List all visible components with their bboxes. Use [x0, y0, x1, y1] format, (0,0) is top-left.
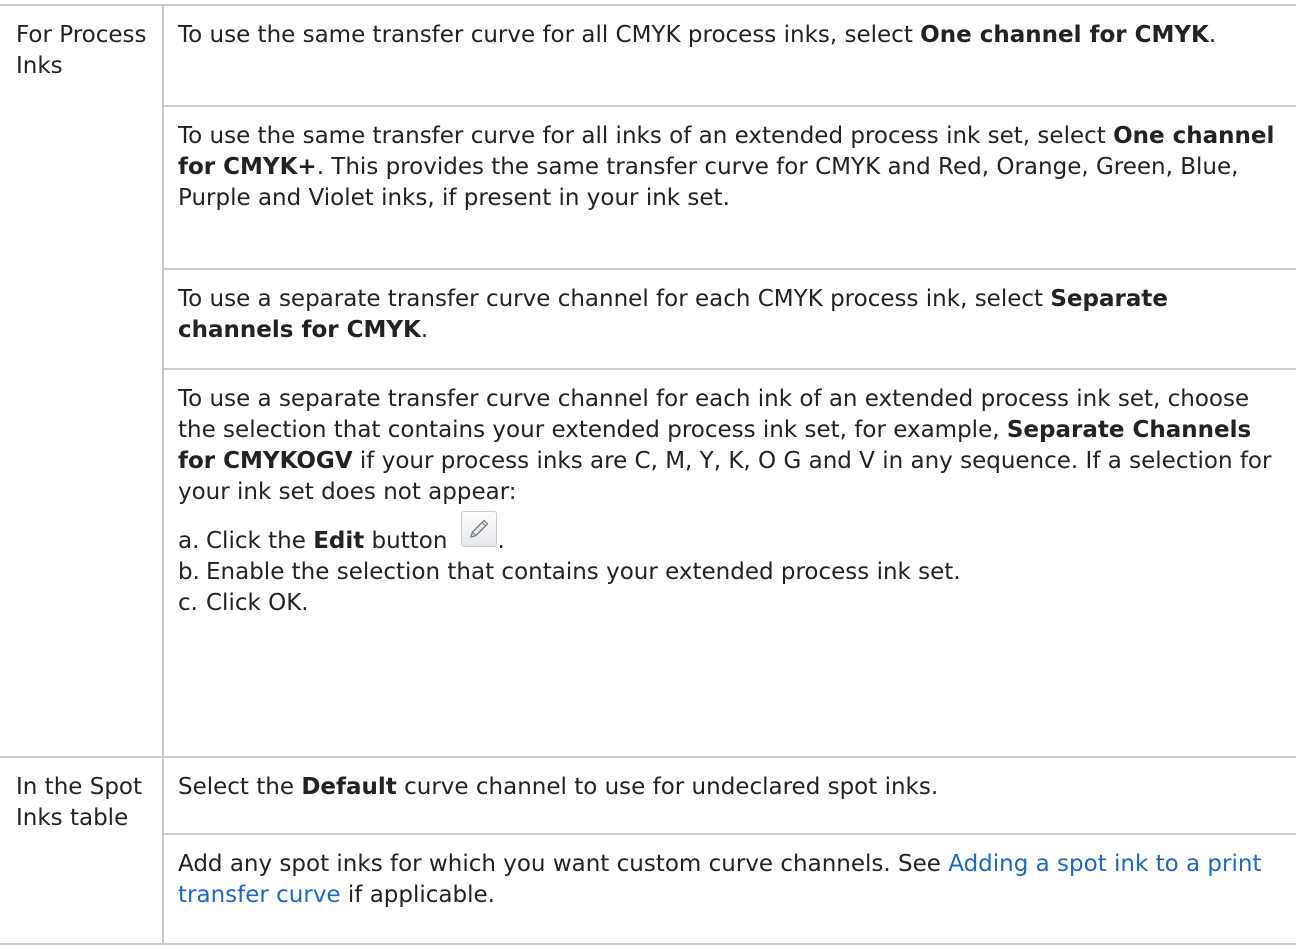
process-inks-label: For Process Inks — [0, 4, 164, 758]
step-text-post: button — [364, 528, 448, 554]
step-letter: b. — [178, 559, 200, 585]
edit-button-name: Edit — [313, 528, 365, 554]
step-a: a. Click the Edit button. — [178, 510, 1288, 557]
step-text: Click the Edit button. — [206, 510, 505, 557]
step-letter: a. — [178, 528, 200, 554]
ink-options-table: For Process Inks To use the same transfe… — [0, 4, 1296, 945]
row-text: if applicable. — [340, 882, 495, 908]
row-text: To use the same transfer curve for all C… — [178, 22, 921, 48]
step-c: c. Click OK. — [178, 588, 1288, 619]
default-channel-row: Select the Default curve channel to use … — [162, 756, 1296, 835]
step-letter: c. — [178, 590, 198, 616]
row-text: Add any spot inks for which you want cus… — [178, 851, 949, 877]
row-text: . — [1208, 22, 1217, 48]
one-channel-cmyk-row: To use the same transfer curve for all C… — [162, 4, 1296, 107]
row-text: To use the same transfer curve for all i… — [178, 123, 1114, 149]
option-name: Default — [301, 774, 397, 800]
one-channel-cmyk-plus-row: To use the same transfer curve for all i… — [162, 105, 1296, 270]
add-spot-inks-row: Add any spot inks for which you want cus… — [162, 833, 1296, 945]
step-text: Click OK. — [206, 590, 309, 616]
row-text: . This provides the same transfer curve … — [178, 154, 1239, 211]
option-name: One channel for CMYK — [920, 22, 1209, 48]
steps-list: a. Click the Edit button. b. Enable the … — [178, 510, 1288, 619]
separate-channels-cmyk-row: To use a separate transfer curve channel… — [162, 268, 1296, 370]
step-text-pre: Click the — [206, 528, 314, 554]
pencil-icon — [461, 510, 498, 547]
separate-channels-extended-row: To use a separate transfer curve channel… — [162, 368, 1296, 758]
row-paragraph: To use a separate transfer curve channel… — [178, 384, 1288, 508]
step-b: b. Enable the selection that contains yo… — [178, 557, 1288, 588]
row-text: Select the — [178, 774, 302, 800]
step-text-end: . — [497, 528, 505, 554]
row-text: curve channel to use for undeclared spot… — [396, 774, 939, 800]
row-text: . — [420, 317, 429, 343]
spot-inks-label: In the Spot Inks table — [0, 756, 164, 945]
row-text: To use a separate transfer curve channel… — [178, 286, 1051, 312]
step-text: Enable the selection that contains your … — [206, 559, 961, 585]
